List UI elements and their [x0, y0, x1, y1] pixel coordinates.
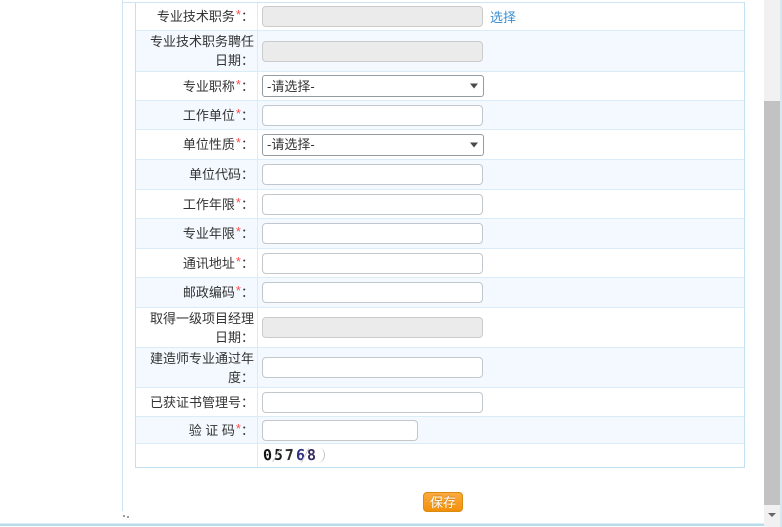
cert-number-input[interactable] — [262, 391, 483, 413]
field-label-cell: 通讯地址*： — [136, 249, 258, 277]
pass-year-input[interactable] — [262, 357, 483, 378]
field-label-cell: 已获证书管理号： — [136, 388, 258, 416]
field-label-cell: 专业技术职务*： — [136, 3, 258, 30]
field-label-cell: 邮政编码*： — [136, 278, 258, 307]
form-row-title: 专业职称*： -请选择- — [136, 72, 744, 101]
field-label-cell: 验 证 码*： — [136, 417, 258, 443]
required-asterisk: * — [235, 76, 241, 92]
profession-years-input[interactable] — [262, 223, 483, 244]
unit-type-select[interactable]: -请选择- — [262, 133, 484, 156]
field-label-cell: 建造师专业通过年度： — [136, 348, 258, 387]
title-select-wrap: -请选择- — [262, 75, 484, 97]
field-label-cell: 单位性质*： — [136, 130, 258, 159]
form-row-captcha-image: 05768 — [136, 444, 744, 467]
appointment-date-input — [262, 40, 483, 62]
captcha-image[interactable]: 05768 — [262, 445, 326, 466]
employer-input[interactable] — [262, 104, 483, 126]
field-label: 通讯地址*： — [182, 253, 254, 271]
required-asterisk: * — [235, 224, 241, 239]
unit-code-input[interactable] — [262, 164, 483, 185]
form-row-cert-number: 已获证书管理号： — [136, 388, 744, 417]
field-label: 验 证 码*： — [188, 420, 254, 438]
field-input-cell — [258, 101, 744, 129]
pm-cert-date-input — [262, 317, 483, 338]
form-row-postcode: 邮政编码*： — [136, 278, 744, 308]
scrollbar-down-button[interactable] — [764, 505, 780, 523]
vertical-scrollbar-thumb[interactable] — [764, 101, 780, 505]
field-label-cell: 专业年限*： — [136, 219, 258, 248]
scroll-down-arrow-icon — [768, 513, 776, 517]
registration-form-table: 专业技术职务*： 选择 专业技术职务聘任日期： 专业职称*： -请选择- 工作单… — [135, 3, 745, 468]
field-input-cell — [258, 348, 744, 387]
field-input-cell — [258, 417, 744, 443]
choose-link[interactable]: 选择 — [490, 7, 516, 26]
unit-type-select-wrap: -请选择- — [262, 133, 484, 156]
field-label-cell: 专业职称*： — [136, 72, 258, 100]
field-label-cell — [136, 444, 258, 467]
field-label: 专业技术职务聘任日期： — [149, 34, 254, 68]
field-input-cell — [258, 278, 744, 307]
field-input-cell: 选择 — [258, 3, 744, 30]
title-select[interactable]: -请选择- — [262, 75, 484, 97]
required-asterisk: * — [235, 420, 241, 436]
field-input-cell — [258, 249, 744, 277]
field-input-cell — [258, 308, 744, 347]
required-asterisk: * — [235, 7, 241, 22]
form-row-profession-years: 专业年限*： — [136, 219, 744, 249]
postcode-input[interactable] — [262, 282, 483, 303]
captcha-input[interactable] — [262, 419, 418, 441]
required-asterisk: * — [235, 253, 241, 269]
field-label-cell: 取得一级项目经理日期： — [136, 308, 258, 347]
content-panel-border — [122, 0, 123, 511]
field-input-cell: 05768 — [258, 444, 744, 467]
field-label: 专业年限*： — [182, 224, 254, 241]
field-label: 取得一级项目经理日期： — [149, 310, 254, 345]
field-label: 专业职称*： — [182, 76, 254, 94]
form-row-pm-cert-date: 取得一级项目经理日期： — [136, 308, 744, 348]
field-input-cell — [258, 219, 744, 248]
field-label-cell: 工作单位*： — [136, 101, 258, 129]
field-input-cell — [258, 31, 744, 71]
field-input-cell: -请选择- — [258, 72, 744, 100]
tech-position-input — [262, 6, 483, 27]
field-label-cell: 单位代码： — [136, 160, 258, 189]
required-asterisk: * — [235, 135, 241, 150]
form-row-unit-type: 单位性质*： -请选择- — [136, 130, 744, 160]
field-label: 专业技术职务*： — [156, 7, 254, 24]
field-label-cell: 工作年限*： — [136, 190, 258, 218]
work-years-input[interactable] — [262, 193, 483, 215]
save-button[interactable]: 保存 — [423, 492, 463, 512]
field-input-cell — [258, 388, 744, 416]
form-row-captcha-input: 验 证 码*： — [136, 417, 744, 444]
form-row-pass-year: 建造师专业通过年度： — [136, 348, 744, 388]
captcha-noise-curve — [314, 446, 326, 464]
resize-grip-dots — [123, 515, 125, 517]
required-asterisk: * — [235, 194, 241, 210]
form-row-unit-code: 单位代码： — [136, 160, 744, 190]
field-label: 工作年限*： — [182, 194, 254, 212]
field-input-cell — [258, 190, 744, 218]
form-row-appointment-date: 专业技术职务聘任日期： — [136, 31, 744, 72]
field-input-cell — [258, 160, 744, 189]
form-row-address: 通讯地址*： — [136, 249, 744, 278]
field-label: 单位代码： — [188, 167, 254, 182]
field-label: 工作单位*： — [182, 105, 254, 123]
form-row-tech-position: 专业技术职务*： 选择 — [136, 3, 744, 31]
form-row-work-years: 工作年限*： — [136, 190, 744, 219]
address-input[interactable] — [262, 252, 483, 274]
field-label: 建造师专业通过年度： — [149, 350, 254, 385]
field-label: 单位性质*： — [182, 135, 254, 152]
required-asterisk: * — [235, 105, 241, 121]
field-label-cell: 专业技术职务聘任日期： — [136, 31, 258, 71]
field-label: 邮政编码*： — [182, 283, 254, 300]
required-asterisk: * — [235, 283, 241, 298]
field-input-cell: -请选择- — [258, 130, 744, 159]
page-bottom-border — [0, 523, 765, 526]
form-row-employer: 工作单位*： — [136, 101, 744, 130]
field-label: 已获证书管理号： — [149, 394, 254, 410]
